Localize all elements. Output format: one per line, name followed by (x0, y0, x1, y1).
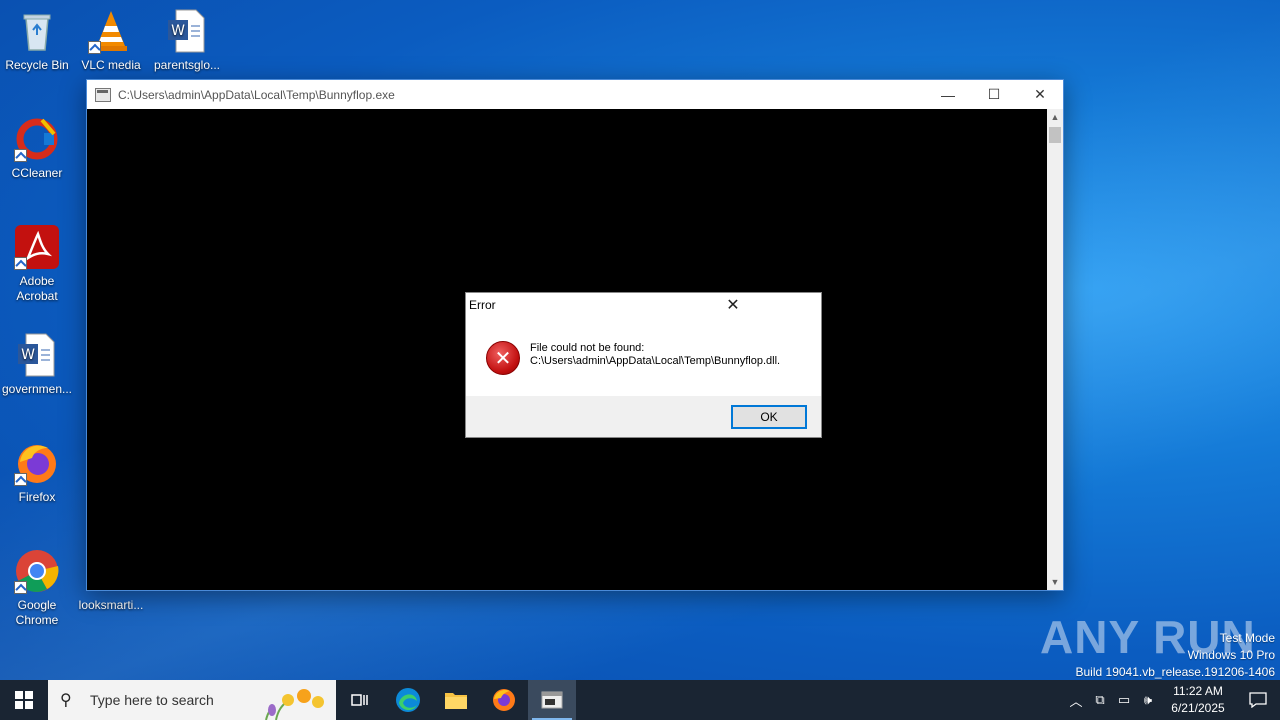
desktop-icon-label: VLC media (81, 58, 141, 72)
start-button[interactable] (0, 680, 48, 720)
ccleaner-icon (14, 116, 60, 162)
desktop-icon-adobe-acrobat[interactable]: Adobe Acrobat (0, 224, 74, 304)
desktop-icon-parentsglo[interactable]: W parentsglo... (150, 8, 224, 73)
recycle-bin-icon (14, 8, 60, 54)
console-titlebar[interactable]: C:\Users\admin\AppData\Local\Temp\Bunnyf… (87, 80, 1063, 109)
shortcut-arrow-icon (14, 581, 27, 594)
desktop-icon-label: looksmarti... (78, 598, 144, 612)
clock-date: 6/21/2025 (1171, 701, 1225, 715)
device-icon[interactable]: ⧉ (1088, 692, 1112, 708)
system-tray: ︿ ⧉ ▭ 🕪 11:22 AM 6/21/2025 (1064, 680, 1280, 720)
console-window-icon (541, 691, 563, 709)
windows-logo-icon (15, 691, 33, 709)
taskbar: ⚲ Type here to search ︿ ⧉ ▭ 🕪 11:22 AM 6… (0, 680, 1280, 720)
error-message-line-1: File could not be found: (530, 342, 645, 354)
shortcut-arrow-icon (88, 41, 101, 54)
error-dialog-close-button[interactable]: ✕ (645, 293, 821, 317)
desktop-icon-label: Firefox (18, 490, 56, 504)
shortcut-arrow-icon (14, 149, 27, 162)
windows-watermark: Test Mode Windows 10 Pro Build 19041.vb_… (1076, 630, 1276, 681)
error-dialog-titlebar[interactable]: Error ✕ (466, 293, 821, 317)
search-highlight-flowers-icon (265, 689, 324, 720)
svg-text:W: W (21, 347, 35, 363)
clock-time: 11:22 AM (1173, 684, 1223, 698)
folder-icon (445, 693, 467, 709)
console-scrollbar[interactable]: ▲ ▼ (1047, 109, 1063, 590)
watermark-test-mode: Test Mode (1219, 631, 1275, 645)
svg-text:W: W (171, 23, 185, 39)
ok-button[interactable]: OK (731, 405, 807, 429)
notification-icon (1249, 692, 1267, 708)
desktop-icon-firefox[interactable]: Firefox (0, 440, 74, 505)
console-title: C:\Users\admin\AppData\Local\Temp\Bunnyf… (118, 87, 395, 102)
clock[interactable]: 11:22 AM 6/21/2025 (1160, 683, 1236, 717)
close-button[interactable]: ✕ (1017, 80, 1063, 109)
shortcut-arrow-icon (14, 257, 27, 270)
shortcut-arrow-icon (14, 473, 27, 486)
desktop-icon-label: CCleaner (11, 166, 63, 180)
edge-icon (396, 688, 420, 712)
scroll-down-icon[interactable]: ▼ (1047, 574, 1063, 590)
task-view-button[interactable] (336, 680, 384, 720)
desktop-icon-ccleaner[interactable]: CCleaner (0, 116, 74, 181)
taskbar-console-app[interactable] (528, 680, 576, 720)
desktop-icon-governmen[interactable]: W governmen... (0, 332, 74, 397)
search-icon: ⚲ (60, 692, 72, 709)
volume-icon[interactable]: 🕪 (1136, 692, 1160, 708)
scroll-up-icon[interactable]: ▲ (1047, 109, 1063, 125)
firefox-icon (493, 689, 515, 711)
error-dialog[interactable]: Error ✕ ✕ File could not be found: C:\Us… (465, 292, 822, 438)
desktop-icon-google-chrome[interactable]: Google Chrome (0, 548, 74, 628)
word-document-icon: W (14, 332, 60, 378)
action-center-button[interactable] (1236, 692, 1280, 708)
desktop-icon-recycle-bin[interactable]: Recycle Bin (0, 8, 74, 73)
desktop-icon-label: Recycle Bin (5, 58, 69, 72)
word-document-icon: W (164, 8, 210, 54)
desktop-icon-looksmarti[interactable]: looksmarti... (74, 598, 148, 613)
error-icon: ✕ (486, 341, 520, 375)
chrome-icon (14, 548, 60, 594)
desktop-icon-vlc[interactable]: VLC media (74, 8, 148, 73)
desktop-icon-label: Google Chrome (15, 598, 59, 627)
task-view-icon (351, 694, 368, 706)
maximize-button[interactable]: ☐ (971, 80, 1017, 109)
vlc-cone-icon (88, 8, 134, 54)
adobe-acrobat-icon (14, 224, 60, 270)
desktop-icon-label: parentsglo... (153, 58, 221, 72)
desktop-icon-label: governmen... (1, 382, 73, 396)
desktop-icon-label: Adobe Acrobat (16, 274, 58, 303)
show-hidden-icons-chevron-up-icon[interactable]: ︿ (1064, 691, 1088, 710)
error-dialog-title: Error (469, 298, 496, 312)
error-dialog-footer: OK (466, 396, 821, 437)
minimize-button[interactable]: — (925, 80, 971, 109)
firefox-icon (14, 440, 60, 486)
taskbar-search-box[interactable]: ⚲ Type here to search (48, 680, 336, 720)
network-icon[interactable]: ▭ (1112, 692, 1136, 708)
scroll-thumb[interactable] (1049, 127, 1061, 143)
watermark-edition: Windows 10 Pro (1187, 648, 1275, 662)
taskbar-edge[interactable] (384, 680, 432, 720)
taskbar-file-explorer[interactable] (432, 680, 480, 720)
search-placeholder: Type here to search (90, 692, 214, 708)
error-message-line-2: C:\Users\admin\AppData\Local\Temp\Bunnyf… (530, 355, 781, 367)
taskbar-firefox[interactable] (480, 680, 528, 720)
console-app-icon (95, 87, 111, 102)
watermark-build: Build 19041.vb_release.191206-1406 (1075, 665, 1276, 679)
error-message: File could not be found: C:\Users\admin\… (530, 341, 780, 368)
